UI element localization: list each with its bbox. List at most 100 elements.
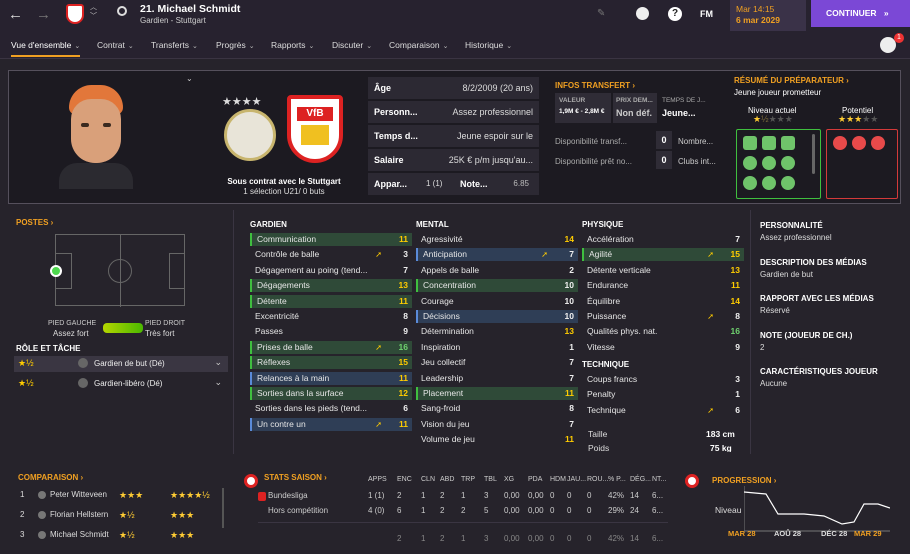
attribute-row[interactable]: Décisions 10 [416,310,578,323]
attribute-row[interactable]: Sang-froid 8 [416,402,578,415]
comparison-row[interactable]: 2 Florian Hellstern ★½ ★★★ [8,509,218,523]
tab-reports[interactable]: Rapports ⌄ [271,40,314,50]
stats-header[interactable]: ROU... [587,476,608,483]
attribute-row[interactable]: Accélération 7 [582,233,744,246]
stats-title[interactable]: STATS SAISON › [264,473,327,482]
chevron-down-icon: ⌄ [506,43,513,50]
globe-icon[interactable] [636,7,649,20]
progress-xlabel: AOÛ 28 [774,529,802,538]
stats-header[interactable]: TRP [461,476,475,483]
attribute-row[interactable]: Relances à la main 11 [250,371,412,385]
gk-position-dot[interactable] [50,265,62,277]
attribute-row[interactable]: Détente verticale 13 [582,264,744,277]
attribute-row[interactable]: Technique ➚ 6 [582,404,744,417]
attribute-row[interactable]: Sorties dans les pieds (tend... 6 [250,402,412,415]
stats-header[interactable]: % P... [608,476,626,483]
attribute-row[interactable]: Dégagement au poing (tend... 7 [250,264,412,277]
tab-progress[interactable]: Progrès ⌄ [216,40,255,50]
chevron-down-icon[interactable]: ⌄ [186,74,193,83]
stats-competition[interactable]: Bundesliga [268,491,308,500]
stats-header[interactable]: ENC [397,476,412,483]
attribute-row[interactable]: Sorties dans la surface 12 [250,387,412,400]
tab-contract[interactable]: Contrat ⌄ [97,40,134,50]
attribute-row[interactable]: Dégagements 13 [250,279,412,293]
info-icon [78,358,88,368]
stats-header[interactable]: XG [504,476,514,483]
back-arrow-icon[interactable]: ← [8,6,23,23]
fm-logo[interactable]: FM [700,9,713,19]
attribute-row[interactable]: Concentration 10 [416,279,578,293]
role-row[interactable]: ★½ Gardien de but (Dé) ⌄ [14,356,228,372]
attribute-row[interactable]: Coups francs 3 [582,373,744,386]
attribute-row[interactable]: Agilité ➚ 15 [582,248,744,262]
attribute-row[interactable]: Qualités phys. nat. 16 [582,325,744,338]
attribute-row[interactable]: Équilibre 14 [582,295,744,308]
attribute-row[interactable]: Contrôle de balle ➚ 3 [250,248,412,261]
tab-discuss[interactable]: Discuter ⌄ [332,40,372,50]
attribute-row[interactable]: Vitesse 9 [582,341,744,354]
attribute-row[interactable]: Prises de balle ➚ 16 [250,340,412,354]
positions-title[interactable]: POSTES › [16,218,53,227]
stats-header[interactable]: TBL [484,476,497,483]
stats-header[interactable]: JAU... [567,476,586,483]
roles-title: RÔLE ET TÂCHE [16,344,81,353]
stats-header[interactable]: NT... [652,476,666,483]
coach-summary-title[interactable]: RÉSUMÉ DU PRÉPARATEUR › [734,76,849,85]
comparison-row[interactable]: 3 Michael Schmidt ★½ ★★★ [8,529,218,543]
forward-arrow-icon[interactable]: → [36,6,51,23]
attribute-value: 6 [735,404,740,415]
stats-competition[interactable]: Hors compétition [268,506,328,515]
attribute-row[interactable]: Excentricité 8 [250,310,412,323]
attribute-row[interactable]: Détermination 13 [416,325,578,338]
asking-price-label: PRIX DEM... [616,97,653,104]
stats-header[interactable]: ABD [440,476,454,483]
help-icon[interactable]: ? [668,7,682,21]
attribute-row[interactable]: Puissance ➚ 8 [582,310,744,323]
role-row[interactable]: ★½ Gardien-libéro (Dé) ⌄ [14,376,228,392]
comparison-title[interactable]: COMPARAISON › [18,473,83,482]
attribute-row[interactable]: Penalty 1 [582,388,744,401]
attribute-value: 3 [403,249,408,260]
comparison-scrollbar[interactable] [222,488,224,528]
transfer-title[interactable]: INFOS TRANSFERT › [555,81,635,90]
stats-cell: 1 (1) [368,491,385,500]
attribute-row[interactable]: Volume de jeu 11 [416,433,578,446]
search-icon[interactable] [117,6,127,16]
attribute-row[interactable]: Vision du jeu 7 [416,418,578,431]
attribute-row[interactable]: Courage 10 [416,295,578,308]
attribute-row[interactable]: Passes 9 [250,325,412,338]
tab-transfers[interactable]: Transferts ⌄ [151,40,198,50]
attribute-name: Sang-froid [421,403,461,414]
continue-button[interactable]: CONTINUER » [811,0,910,27]
salary-value: 25K € p/m jusqu'au... [448,155,533,165]
tab-history[interactable]: Historique ⌄ [465,40,512,50]
tab-overview[interactable]: Vue d'ensemble ⌄ [11,40,81,57]
comparison-row[interactable]: 1 Peter Witteveen ★★★ ★★★★½ [8,489,218,503]
stats-header[interactable]: DÉG... [630,476,651,483]
attribute-row[interactable]: Communication 11 [250,233,412,246]
club-crest-icon[interactable] [66,4,84,24]
attribute-row[interactable]: Inspiration 1 [416,341,578,354]
progress-xlabel: MAR 28 [728,529,756,538]
attribute-row[interactable]: Placement 11 [416,387,578,400]
attribute-row[interactable]: Un contre un ➚ 11 [250,417,412,431]
chevron-updown-icon[interactable]: ︿ ﹀ [90,3,97,21]
attribute-row[interactable]: Réflexes 15 [250,356,412,370]
attribute-row[interactable]: Endurance 11 [582,279,744,292]
attribute-row[interactable]: Détente 11 [250,294,412,308]
stats-header[interactable]: PDA [528,476,542,483]
stats-header[interactable]: APPS [368,476,387,483]
chevron-down-icon: ⌄ [308,43,315,50]
left-foot-value: Assez fort [53,329,89,338]
attribute-row[interactable]: Appels de balle 2 [416,264,578,277]
attribute-row[interactable]: Leadership 7 [416,372,578,385]
attribute-row[interactable]: Agressivité 14 [416,233,578,246]
tab-comparison[interactable]: Comparaison ⌄ [389,40,448,50]
attribute-name: Un contre un [257,418,306,429]
stats-header[interactable]: CLN [421,476,435,483]
stats-header[interactable]: HDM [550,476,566,483]
edit-icon[interactable]: ✎ [597,8,605,19]
strengths-scrollbar[interactable] [812,134,815,174]
attribute-row[interactable]: Anticipation ➚ 7 [416,248,578,262]
attribute-row[interactable]: Jeu collectif 7 [416,356,578,369]
